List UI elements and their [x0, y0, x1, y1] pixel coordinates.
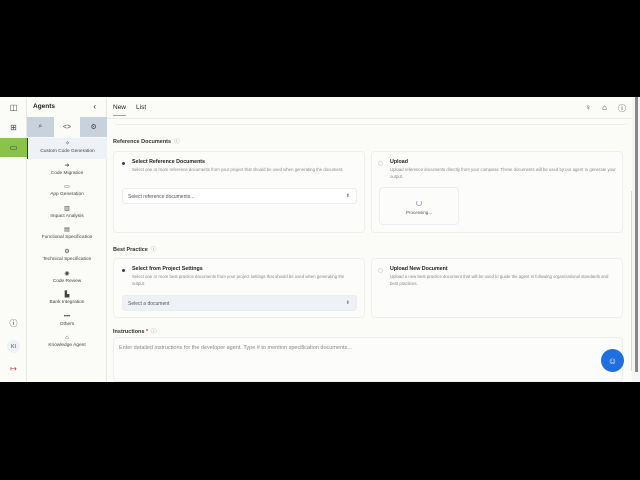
- help-icon[interactable]: ⓘ: [0, 314, 27, 333]
- upload-processing: Processing...: [379, 187, 459, 225]
- agent-item[interactable]: ▤ Functional Specification: [27, 224, 107, 245]
- agent-label: Technical Specification: [42, 257, 92, 262]
- agent-label: Functional Specification: [41, 235, 93, 241]
- radio-selected[interactable]: [122, 162, 125, 165]
- agent-label: Knowledge Agent: [48, 343, 86, 349]
- help-icon[interactable]: ⓘ: [618, 103, 626, 114]
- info-icon: ⓘ: [150, 247, 157, 253]
- agent-item[interactable]: ▥ Impact Analysis: [27, 203, 107, 224]
- agent-item[interactable]: ◉ Code Review: [27, 268, 107, 289]
- agent-item[interactable]: ▭ App Generation: [27, 181, 107, 202]
- agent-item[interactable]: ⚙ Technical Specification: [27, 246, 107, 267]
- instructions-input[interactable]: Enter detailed instructions for the deve…: [113, 337, 623, 382]
- agent-label: Code Migration: [50, 170, 84, 176]
- agent-item[interactable]: ✧ Custom Code Generation: [27, 138, 107, 159]
- upload-reference-card[interactable]: Upload Upload reference documents direct…: [371, 151, 623, 233]
- select-reference-card[interactable]: Select Reference Documents Select one or…: [113, 151, 365, 233]
- agent-item[interactable]: ⌂ Knowledge Agent: [27, 332, 107, 353]
- code-icon[interactable]: <>: [54, 117, 81, 137]
- avatar[interactable]: KI: [0, 337, 27, 356]
- radio-selected[interactable]: [122, 269, 125, 272]
- agent-item[interactable]: ▙ Bank Integration: [27, 289, 107, 310]
- panel-title: Agents: [33, 103, 56, 110]
- agent-label: Impact Analysis: [50, 213, 84, 219]
- page-scrollbar[interactable]: [632, 97, 640, 382]
- agent-label: Bank Integration: [49, 300, 85, 306]
- main: New List ♀ ⌂ ⓘ Reference Documents ⓘ Sele…: [107, 97, 640, 382]
- lightbulb-icon[interactable]: ♀: [585, 103, 591, 114]
- info-icon: ⓘ: [151, 329, 157, 335]
- agent-icon: ▭: [64, 184, 70, 191]
- reference-documents-heading: Reference Documents ⓘ: [113, 139, 180, 145]
- agent-icon: •••: [63, 313, 71, 320]
- agent-icon: ▥: [64, 205, 70, 212]
- radio[interactable]: [378, 268, 383, 273]
- home-icon[interactable]: ⌂: [602, 103, 607, 114]
- left-rail: ◫ ⊞ ▭ ⓘ KI ↦: [0, 97, 27, 382]
- instructions-label: Instructions * ⓘ: [113, 329, 157, 335]
- upload-new-document-card[interactable]: Upload New Document Upload a new best pr…: [371, 258, 623, 318]
- agent-label: Others: [59, 321, 75, 327]
- agent-label: App Generation: [50, 192, 84, 198]
- agent-item[interactable]: ➔ Code Migration: [27, 160, 107, 181]
- agent-icon: ⚙: [64, 249, 70, 255]
- info-icon: ⓘ: [174, 139, 180, 145]
- app: ◫ ⊞ ▭ ⓘ KI ↦ Agents ‹ ⌕ <> ⚙ ✧ Custom Cod…: [0, 97, 640, 382]
- best-practice-select[interactable]: Select a document ⬍: [122, 295, 357, 311]
- folder-icon[interactable]: ▭: [0, 138, 27, 157]
- best-practice-heading: Best Practice ⓘ: [113, 247, 157, 253]
- agents-panel: Agents ‹ ⌕ <> ⚙ ✧ Custom Code Generation ➔…: [27, 97, 108, 382]
- gear-icon[interactable]: ⚙: [80, 117, 108, 137]
- select-project-settings-card[interactable]: Select from Project Settings Select one …: [113, 258, 365, 318]
- tab-new[interactable]: New: [113, 104, 127, 116]
- search-icon[interactable]: ⌕: [27, 117, 54, 137]
- agent-icon: ➔: [64, 162, 70, 169]
- radio[interactable]: [378, 161, 383, 166]
- chevron-updown-icon: ⬍: [345, 300, 350, 306]
- logout-icon[interactable]: ↦: [0, 359, 27, 378]
- agent-item[interactable]: ••• Others: [27, 311, 107, 332]
- agent-icon: ✧: [64, 141, 71, 147]
- agent-label: Custom Code Generation: [40, 149, 95, 154]
- spinner-icon: [416, 200, 422, 206]
- bot-icon[interactable]: ☺: [601, 349, 624, 372]
- agent-label: Code Review: [52, 278, 82, 284]
- collapse-icon[interactable]: ‹: [93, 102, 96, 111]
- agent-icon: ◉: [64, 270, 70, 277]
- reference-documents-select[interactable]: Select reference documents... ⬍: [122, 188, 357, 204]
- grid-icon[interactable]: ⊞: [0, 118, 27, 137]
- sidebar-toggle-icon[interactable]: ◫: [0, 98, 27, 117]
- tab-list[interactable]: List: [136, 104, 146, 116]
- agent-icon: ▙: [64, 292, 70, 299]
- chevron-updown-icon: ⬍: [345, 193, 350, 199]
